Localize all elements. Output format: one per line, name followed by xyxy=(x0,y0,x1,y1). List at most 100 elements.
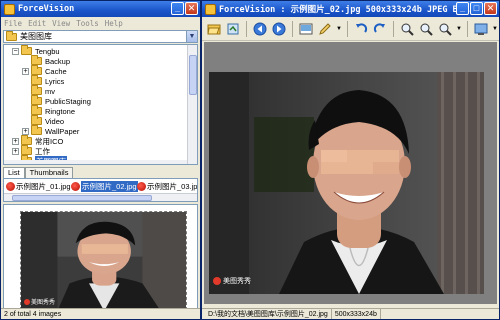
app-icon xyxy=(205,3,216,15)
file-item[interactable]: 示例图片_02.jpg xyxy=(71,181,138,192)
zoom-in-icon[interactable] xyxy=(399,21,415,37)
tree-item-label: Cache xyxy=(45,66,67,76)
status-dimensions: 500x333x24b xyxy=(332,309,381,319)
close-button[interactable]: ✕ xyxy=(484,2,497,15)
edit-icon[interactable] xyxy=(317,21,333,37)
chevron-down-icon[interactable]: ▼ xyxy=(456,21,462,37)
expand-icon[interactable]: + xyxy=(22,127,29,135)
preview-watermark: 美图秀秀 xyxy=(24,297,55,306)
minimize-button[interactable]: _ xyxy=(456,2,469,15)
chevron-down-icon[interactable]: ▼ xyxy=(336,21,342,37)
expand-icon[interactable]: + xyxy=(12,147,19,155)
tree-item-label: Video xyxy=(45,116,65,126)
folder-tree[interactable]: − Tengbu Backup + Cache Lyrics mv PublicStaging… xyxy=(3,44,198,165)
folder-icon xyxy=(31,85,42,95)
tree-item[interactable]: + 工作 xyxy=(12,145,50,156)
previous-image-icon[interactable] xyxy=(252,21,268,37)
tab-thumbnails[interactable]: Thumbnails xyxy=(24,167,74,178)
view-tabs: List Thumbnails xyxy=(3,167,198,178)
viewer-statusbar: D:\我的文档\美图图库\示例图片_02.jpg 500x333x24b xyxy=(202,308,499,319)
open-file-icon[interactable] xyxy=(206,21,222,37)
preview-photo: 美图秀秀 xyxy=(20,211,187,310)
thumbnail-preview: 美图秀秀 xyxy=(3,204,198,313)
folder-icon xyxy=(31,55,42,65)
window-controls: _ ✕ xyxy=(171,2,198,15)
file-label: 示例图片_02.jpg xyxy=(81,181,138,192)
tree-item-label: mv xyxy=(45,86,55,96)
main-photo: 美图秀秀 xyxy=(209,72,484,294)
app-icon xyxy=(4,3,15,15)
path-combo-value: 美图图库 xyxy=(20,32,52,41)
chevron-down-icon[interactable]: ▼ xyxy=(186,31,197,42)
rotate-right-icon[interactable] xyxy=(372,21,388,37)
menu-help[interactable]: Help xyxy=(105,19,123,28)
folder-icon xyxy=(21,145,32,155)
display-mode-icon[interactable] xyxy=(473,21,489,37)
rotate-left-icon[interactable] xyxy=(353,21,369,37)
image-file-icon xyxy=(137,182,146,191)
browser-titlebar[interactable]: ForceVision _ ✕ xyxy=(1,1,200,17)
menu-view[interactable]: View xyxy=(52,19,70,28)
image-info-icon[interactable] xyxy=(298,21,314,37)
viewer-toolbar: ▼ ▼ ▼ xyxy=(202,17,499,41)
tree-vertical-scrollbar[interactable] xyxy=(187,45,197,164)
tree-item-label: PublicStaging xyxy=(45,96,91,106)
collapse-icon[interactable]: − xyxy=(12,47,19,55)
tree-item[interactable]: mv xyxy=(22,85,55,96)
browse-icon[interactable] xyxy=(225,21,241,37)
file-list-scrollbar[interactable] xyxy=(4,193,197,201)
close-button[interactable]: ✕ xyxy=(185,2,198,15)
zoom-icon[interactable] xyxy=(437,21,453,37)
file-label: 示例图片_03.jpg xyxy=(147,182,198,191)
tree-item[interactable]: + 常用ICO xyxy=(12,135,63,146)
folder-icon xyxy=(21,135,32,145)
folder-icon xyxy=(31,95,42,105)
image-file-icon xyxy=(6,182,15,191)
tree-item-label: WallPaper xyxy=(45,126,80,136)
path-combo[interactable]: 美图图库 ▼ xyxy=(3,30,198,43)
minimize-button[interactable]: _ xyxy=(171,2,184,15)
browser-title: ForceVision xyxy=(18,4,75,14)
next-image-icon[interactable] xyxy=(271,21,287,37)
status-path: D:\我的文档\美图图库\示例图片_02.jpg xyxy=(205,309,332,319)
expand-icon[interactable]: + xyxy=(22,67,29,75)
menubar: File Edit View Tools Help xyxy=(1,17,200,29)
expand-icon[interactable]: + xyxy=(12,137,19,145)
file-item[interactable]: 示例图片_01.jpg xyxy=(6,181,71,192)
viewer-title: ForceVision : 示例图片_02.jpg 500x333x24b JP… xyxy=(219,5,479,15)
viewer-window: ForceVision : 示例图片_02.jpg 500x333x24b JP… xyxy=(201,0,500,320)
menu-file[interactable]: File xyxy=(4,19,22,28)
folder-icon xyxy=(6,30,17,41)
status-empty xyxy=(381,309,499,319)
file-list[interactable]: 示例图片_01.jpg 示例图片_02.jpg 示例图片_03.jpg xyxy=(3,178,198,202)
tree-item-label: Backup xyxy=(45,56,71,66)
tree-item[interactable]: + WallPaper xyxy=(22,125,80,136)
file-item[interactable]: 示例图片_03.jpg xyxy=(137,181,198,192)
logo-icon xyxy=(213,277,221,285)
tree-horizontal-scrollbar[interactable] xyxy=(4,160,187,164)
folder-icon xyxy=(31,75,42,85)
tree-item[interactable]: Lyrics xyxy=(22,75,65,86)
image-viewer[interactable]: 美图秀秀 xyxy=(204,42,497,304)
tree-item-label: Tengbu xyxy=(35,46,60,56)
tab-list[interactable]: List xyxy=(3,167,25,178)
viewer-watermark: 美图秀秀 xyxy=(213,276,251,286)
menu-tools[interactable]: Tools xyxy=(76,19,99,28)
menu-edit[interactable]: Edit xyxy=(28,19,46,28)
window-controls: _ □ ✕ xyxy=(456,2,497,15)
tree-item[interactable]: Video xyxy=(22,115,65,126)
folder-icon xyxy=(21,45,32,55)
logo-icon xyxy=(24,298,30,305)
maximize-button[interactable]: □ xyxy=(470,2,483,15)
tree-item[interactable]: Backup xyxy=(22,55,71,66)
image-count: 2 of total 4 images xyxy=(4,310,62,318)
chevron-down-icon[interactable]: ▼ xyxy=(492,21,498,37)
browser-statusbar: 2 of total 4 images xyxy=(1,308,200,319)
zoom-out-icon[interactable] xyxy=(418,21,434,37)
tree-item[interactable]: Ringtone xyxy=(22,105,75,116)
tree-item[interactable]: + Cache xyxy=(22,65,67,76)
tree-item-label: Lyrics xyxy=(45,76,65,86)
viewer-titlebar[interactable]: ForceVision : 示例图片_02.jpg 500x333x24b JP… xyxy=(202,1,499,17)
folder-icon xyxy=(31,105,42,115)
folder-icon xyxy=(31,125,42,135)
